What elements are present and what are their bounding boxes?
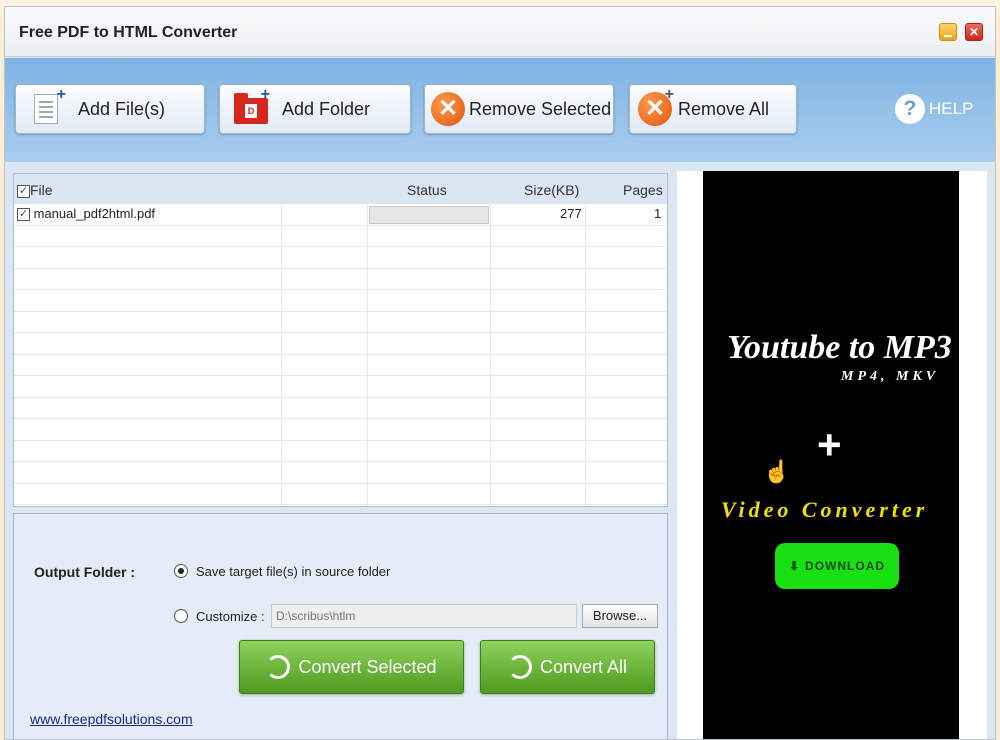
table-row bbox=[14, 419, 667, 441]
customize-label[interactable]: Customize : bbox=[196, 609, 265, 624]
add-files-button[interactable]: + Add File(s) bbox=[15, 84, 205, 134]
row-pages: 1 bbox=[654, 206, 662, 221]
output-path-input[interactable] bbox=[271, 604, 577, 628]
table-row bbox=[14, 290, 667, 312]
add-folder-icon: D + bbox=[232, 86, 270, 128]
add-file-icon: + bbox=[28, 86, 66, 128]
file-list-body: ✓ manual_pdf2html.pdf 277 1 bbox=[14, 204, 667, 506]
row-checkbox[interactable]: ✓ bbox=[17, 208, 30, 222]
add-folder-label: Add Folder bbox=[282, 98, 371, 119]
header-file[interactable]: ✓ File bbox=[17, 182, 53, 198]
convert-all-label: Convert All bbox=[539, 656, 628, 677]
help-button[interactable]: ? HELP bbox=[895, 94, 973, 124]
table-row bbox=[14, 247, 667, 269]
row-file-name: manual_pdf2html.pdf bbox=[33, 206, 156, 221]
ad-banner[interactable]: Youtube to MP3 MP4, MKV + Video Converte… bbox=[677, 171, 987, 739]
remove-icon: ✕ bbox=[429, 90, 467, 128]
remove-all-icon: ✕ + bbox=[636, 86, 674, 128]
help-label: HELP bbox=[929, 99, 974, 118]
row-status-progress bbox=[369, 206, 489, 224]
table-row bbox=[14, 333, 667, 355]
title-bar: Free PDF to HTML Converter ✕ bbox=[5, 7, 995, 57]
file-list-header: ✓ File Status Size(KB) Pages bbox=[14, 174, 667, 204]
convert-selected-label: Convert Selected bbox=[298, 656, 437, 677]
table-row bbox=[14, 312, 667, 333]
ad-plus: + bbox=[817, 421, 842, 468]
toolbar: + Add File(s) D + Add Folder ✕ Remove Se… bbox=[5, 58, 995, 162]
download-arrow-icon: ⬇ bbox=[788, 559, 801, 573]
table-row bbox=[14, 398, 667, 419]
app-window: Free PDF to HTML Converter ✕ + Add File(… bbox=[4, 6, 996, 740]
remove-all-button[interactable]: ✕ + Remove All bbox=[629, 84, 797, 134]
convert-icon bbox=[507, 655, 532, 679]
output-folder-label: Output Folder : bbox=[34, 564, 136, 580]
window-title: Free PDF to HTML Converter bbox=[19, 24, 238, 41]
select-all-checkbox[interactable]: ✓ bbox=[17, 184, 30, 198]
header-size[interactable]: Size(KB) bbox=[524, 182, 579, 198]
remove-all-label: Remove All bbox=[678, 98, 770, 119]
ad-video-converter: Video Converter bbox=[721, 497, 929, 522]
row-file-cell: ✓ manual_pdf2html.pdf bbox=[17, 204, 155, 224]
website-link[interactable]: www.freepdfsolutions.com bbox=[30, 711, 193, 727]
header-file-label: File bbox=[30, 182, 53, 198]
add-files-label: Add File(s) bbox=[78, 98, 166, 119]
browse-button[interactable]: Browse... bbox=[582, 604, 658, 628]
ad-subtitle: MP4, MKV bbox=[841, 369, 940, 384]
table-row bbox=[14, 484, 667, 505]
remove-selected-label: Remove Selected bbox=[469, 98, 612, 119]
hand-cursor-icon: ☝ bbox=[763, 459, 791, 484]
convert-selected-button[interactable]: Convert Selected bbox=[239, 640, 464, 694]
output-panel: Output Folder : Save target file(s) in s… bbox=[13, 513, 668, 739]
ad-content[interactable]: Youtube to MP3 MP4, MKV + Video Converte… bbox=[703, 171, 959, 739]
table-row bbox=[14, 462, 667, 484]
table-row bbox=[14, 355, 667, 376]
ad-download-button[interactable]: ⬇ DOWNLOAD bbox=[775, 543, 899, 589]
row-size: 277 bbox=[560, 206, 582, 221]
table-row[interactable]: ✓ manual_pdf2html.pdf 277 1 bbox=[14, 204, 667, 226]
close-button[interactable]: ✕ bbox=[965, 23, 983, 41]
header-pages[interactable]: Pages bbox=[623, 182, 663, 198]
convert-icon bbox=[266, 655, 291, 679]
customize-radio[interactable] bbox=[174, 609, 188, 623]
minimize-button[interactable] bbox=[939, 23, 957, 41]
remove-selected-button[interactable]: ✕ Remove Selected bbox=[424, 84, 614, 134]
help-icon: ? bbox=[895, 94, 925, 124]
file-list: ✓ File Status Size(KB) Pages ✓ manual_pdf… bbox=[13, 173, 668, 507]
header-status[interactable]: Status bbox=[407, 182, 447, 198]
table-row bbox=[14, 441, 667, 462]
add-folder-button[interactable]: D + Add Folder bbox=[219, 84, 411, 134]
source-folder-label[interactable]: Save target file(s) in source folder bbox=[196, 564, 390, 579]
ad-download-label: DOWNLOAD bbox=[805, 559, 886, 573]
convert-all-button[interactable]: Convert All bbox=[480, 640, 655, 694]
table-row bbox=[14, 376, 667, 398]
ad-title: Youtube to MP3 bbox=[727, 329, 952, 366]
table-row bbox=[14, 226, 667, 247]
source-folder-radio[interactable] bbox=[174, 564, 188, 578]
table-row bbox=[14, 269, 667, 290]
